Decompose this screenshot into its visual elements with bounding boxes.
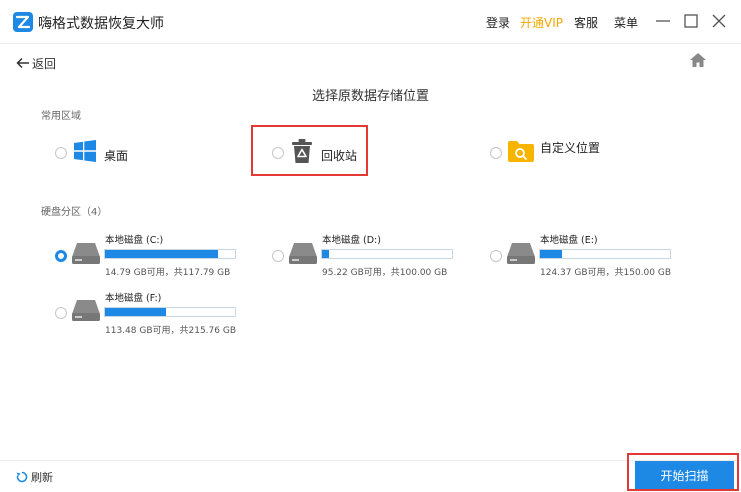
desktop-label[interactable]: 桌面: [104, 147, 128, 164]
vip-link[interactable]: 开通VIP: [520, 14, 563, 31]
drive-f-info: 113.48 GB可用，共215.76 GB: [105, 326, 237, 336]
minimize-button[interactable]: [652, 10, 674, 32]
minimize-icon: [656, 20, 670, 22]
close-button[interactable]: [708, 10, 730, 32]
start-scan-button[interactable]: 开始扫描: [635, 461, 734, 489]
drive-e-name: 本地磁盘 (E:): [540, 235, 598, 246]
common-area-label: 常用区域: [41, 111, 81, 122]
folder-search-icon: [508, 141, 534, 162]
home-icon: [690, 53, 706, 67]
hard-drive-icon: [507, 243, 535, 264]
drive-d-usage-fill: [322, 250, 329, 258]
recycle-bin-label[interactable]: 回收站: [321, 147, 357, 164]
drive-c-usage-bar: [104, 249, 236, 259]
recycle-bin-icon: [292, 139, 312, 163]
page-title: 选择原数据存储位置: [311, 89, 429, 104]
back-button[interactable]: 返回: [16, 55, 56, 71]
drive-d-name: 本地磁盘 (D:): [322, 235, 381, 246]
drive-f-name: 本地磁盘 (F:): [105, 293, 162, 304]
drive-f-usage-bar: [104, 307, 236, 317]
home-button[interactable]: [689, 51, 707, 69]
hard-drive-icon: [72, 300, 100, 321]
drive-e-usage-bar: [539, 249, 671, 259]
drive-f-radio[interactable]: [55, 307, 67, 319]
recycle-bin-radio[interactable]: [272, 147, 284, 159]
drive-d-info: 95.22 GB可用，共100.00 GB: [322, 268, 448, 278]
drives-label: 硬盘分区（4）: [41, 207, 108, 218]
refresh-icon: [16, 471, 28, 483]
refresh-label: 刷新: [31, 471, 53, 484]
desktop-radio[interactable]: [55, 147, 67, 159]
drive-f-usage-fill: [105, 308, 167, 316]
drive-d-radio[interactable]: [272, 250, 284, 262]
drive-e-radio[interactable]: [490, 250, 502, 262]
windows-icon: [74, 140, 96, 162]
maximize-button[interactable]: [680, 10, 702, 32]
title-bar: 嗨格式数据恢复大师 登录 开通VIP 客服 菜单: [0, 0, 741, 44]
custom-location-radio[interactable]: [490, 147, 502, 159]
login-link[interactable]: 登录: [486, 14, 510, 31]
back-label: 返回: [32, 56, 57, 71]
hard-drive-icon: [289, 243, 317, 264]
drive-c-name: 本地磁盘 (C:): [105, 235, 164, 246]
drive-e-info: 124.37 GB可用，共150.00 GB: [540, 268, 672, 278]
drive-d-usage-bar: [321, 249, 453, 259]
menu-link[interactable]: 菜单: [614, 14, 638, 31]
drive-c-info: 14.79 GB可用，共117.79 GB: [105, 268, 231, 278]
drive-e-usage-fill: [540, 250, 563, 258]
close-icon: [712, 14, 726, 28]
arrow-left-icon: [16, 57, 29, 69]
hard-drive-icon: [72, 243, 100, 264]
custom-location-label[interactable]: 自定义位置: [540, 139, 600, 156]
app-title: 嗨格式数据恢复大师: [38, 16, 164, 32]
drive-c-usage-fill: [105, 250, 219, 258]
maximize-icon: [684, 14, 698, 28]
drive-c-radio[interactable]: [55, 250, 67, 262]
refresh-button[interactable]: 刷新: [16, 470, 53, 484]
service-link[interactable]: 客服: [574, 14, 598, 31]
app-logo: [13, 12, 33, 32]
